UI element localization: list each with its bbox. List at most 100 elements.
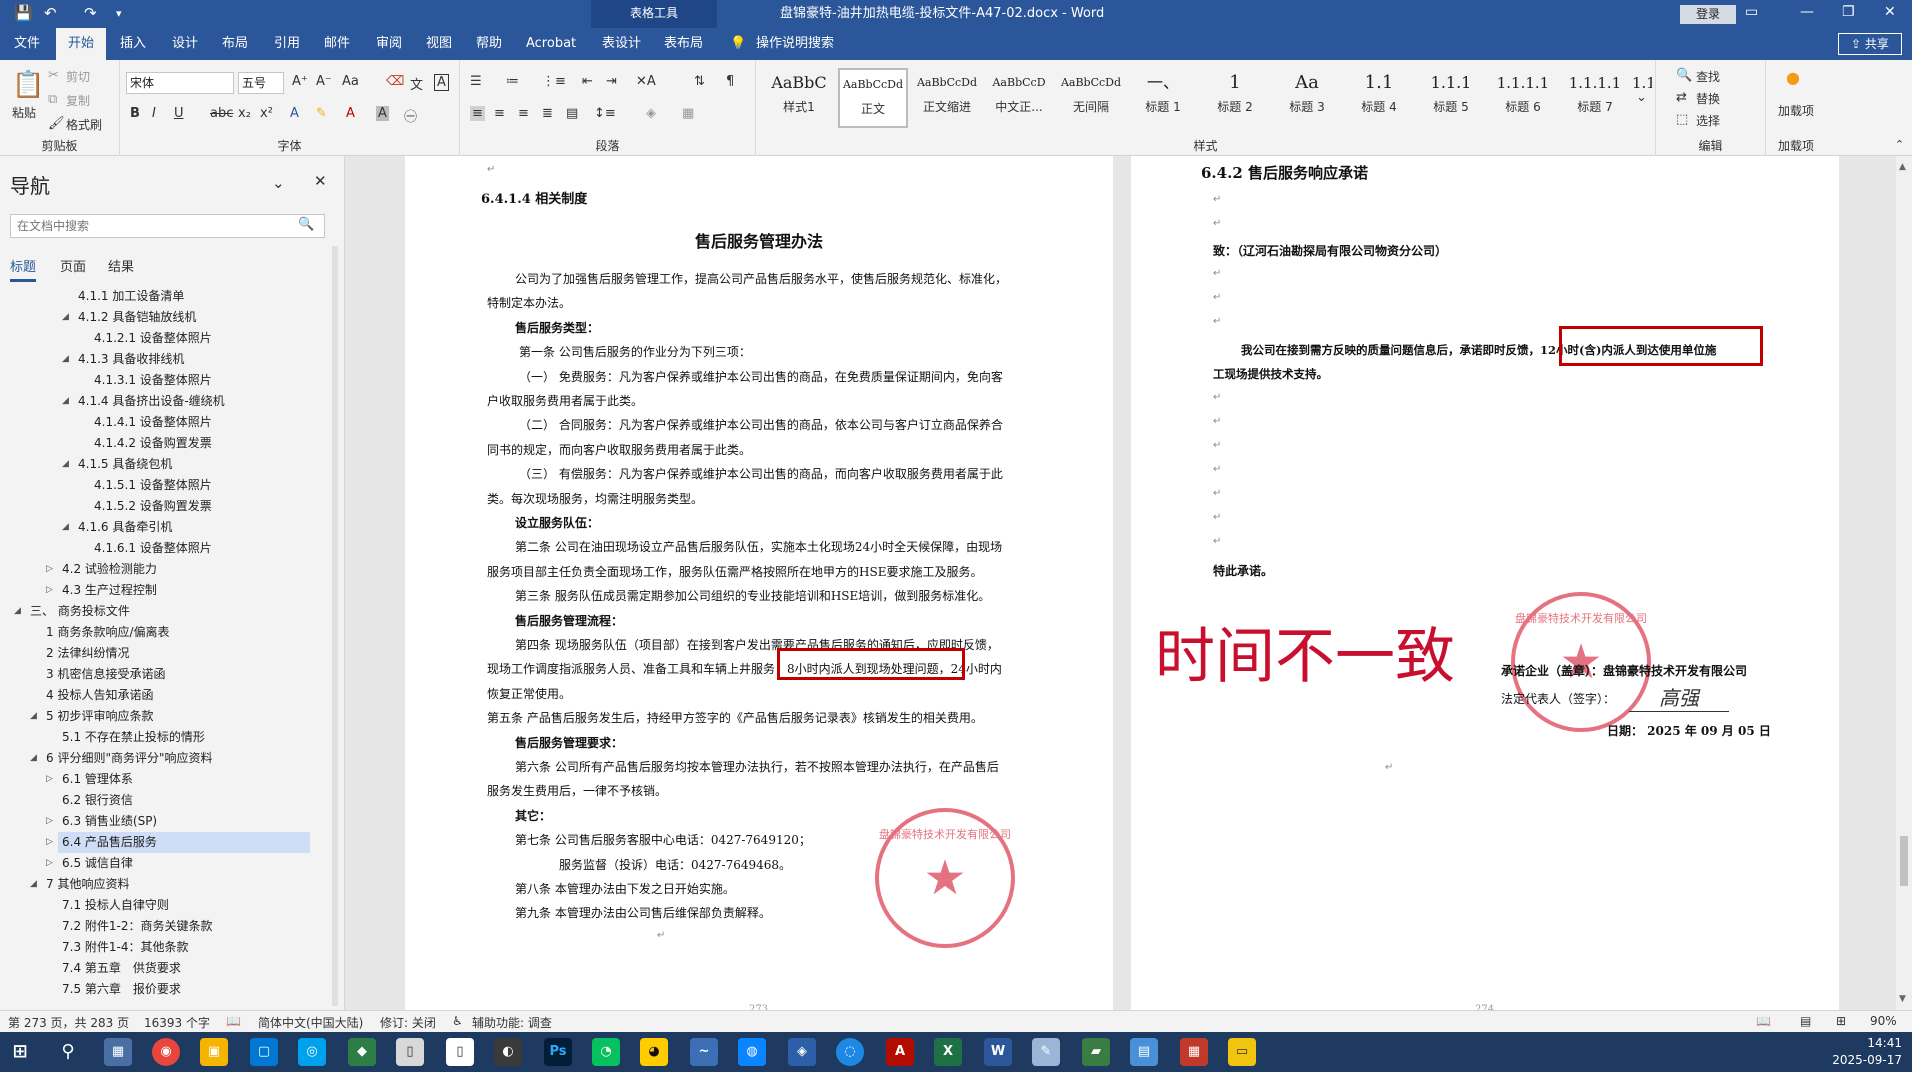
- nav-heading-item[interactable]: 三、 商务投标文件: [26, 601, 130, 622]
- nav-heading-item[interactable]: 4.1.4.2 设备购置发票: [90, 433, 212, 454]
- char-border-icon[interactable]: A: [434, 74, 449, 91]
- subscript-icon[interactable]: x₂: [238, 106, 251, 121]
- grow-font-icon[interactable]: A⁺: [292, 74, 308, 89]
- nav-heading-item[interactable]: 4.1.2.1 设备整体照片: [90, 328, 212, 349]
- zoom-level[interactable]: 90%: [1870, 1014, 1897, 1028]
- tab-review[interactable]: 审阅: [374, 28, 404, 60]
- font-size-combo[interactable]: 五号: [238, 72, 284, 94]
- nav-heading-item[interactable]: 5 初步评审响应条款: [42, 706, 153, 727]
- decrease-indent-icon[interactable]: ⇤: [582, 74, 593, 89]
- increase-indent-icon[interactable]: ⇥: [606, 74, 617, 89]
- justify-icon[interactable]: ≣: [542, 106, 553, 121]
- start-icon[interactable]: ⊞: [6, 1038, 34, 1066]
- line-spacing-icon[interactable]: ↕≡: [594, 106, 616, 121]
- nav-heading-item[interactable]: 2 法律纠纷情况: [42, 643, 129, 664]
- tab-table-design[interactable]: 表设计: [600, 28, 643, 60]
- app-green-icon[interactable]: ◆: [348, 1038, 376, 1066]
- replace-button[interactable]: 替换: [1696, 90, 1720, 107]
- expand-triangle-icon[interactable]: ◢: [62, 354, 69, 364]
- nav-heading-item[interactable]: 4.1.3.1 设备整体照片: [90, 370, 212, 391]
- style-heading-1[interactable]: 一、 标题 1: [1128, 68, 1198, 128]
- expand-triangle-icon[interactable]: ◢: [30, 711, 37, 721]
- bird-icon[interactable]: ~: [690, 1038, 718, 1066]
- nav-tab-results[interactable]: 结果: [108, 256, 134, 275]
- collapse-triangle-icon[interactable]: ▷: [46, 564, 53, 574]
- nav-heading-item[interactable]: 5.1 不存在禁止投标的情形: [58, 727, 205, 748]
- calculator-icon[interactable]: ▦: [104, 1038, 132, 1066]
- app-dark-green-icon[interactable]: ▰: [1082, 1038, 1110, 1066]
- chat-icon[interactable]: ◍: [738, 1038, 766, 1066]
- scroll-thumb[interactable]: [1900, 836, 1908, 886]
- clear-format-icon[interactable]: ⌫: [386, 74, 404, 89]
- expand-triangle-icon[interactable]: ◢: [30, 753, 37, 763]
- nav-scrollbar[interactable]: [332, 246, 338, 1006]
- tab-home[interactable]: 开始: [56, 28, 107, 60]
- text-effects-icon[interactable]: A: [290, 106, 299, 121]
- style-heading-5[interactable]: 1.1.1 标题 5: [1416, 68, 1486, 128]
- shrink-font-icon[interactable]: A⁻: [316, 74, 332, 89]
- nav-heading-item[interactable]: 4.1.4.1 设备整体照片: [90, 412, 212, 433]
- nav-heading-item[interactable]: 4.2 试验检测能力: [58, 559, 157, 580]
- share-button[interactable]: ⇪ 共享: [1838, 33, 1902, 55]
- style-chinese-body[interactable]: AaBbCcD 中文正...: [984, 68, 1054, 128]
- style-1[interactable]: AaBbC 样式1: [764, 68, 834, 128]
- nav-heading-item[interactable]: 4.1.5.2 设备购置发票: [90, 496, 212, 517]
- select-icon[interactable]: ⬚: [1676, 112, 1688, 127]
- change-case-icon[interactable]: Aa: [342, 74, 359, 89]
- bold-icon[interactable]: B: [130, 106, 140, 121]
- tell-me-search[interactable]: 操作说明搜索: [754, 28, 836, 60]
- terminal-icon[interactable]: ◐: [494, 1038, 522, 1066]
- nav-heading-item[interactable]: 6.5 诚信自律: [58, 853, 133, 874]
- explorer-icon[interactable]: ▭: [1228, 1038, 1256, 1066]
- status-track[interactable]: 修订: 关闭: [380, 1014, 436, 1031]
- pen-icon[interactable]: ✎: [1032, 1038, 1060, 1066]
- show-marks-icon[interactable]: ¶: [726, 74, 734, 89]
- style-normal-indent[interactable]: AaBbCcDd 正文缩进: [912, 68, 982, 128]
- vpn-icon[interactable]: ◈: [788, 1038, 816, 1066]
- nav-heading-item[interactable]: 6.4 产品售后服务: [58, 832, 310, 853]
- accessibility-icon[interactable]: ♿: [452, 1014, 463, 1028]
- style-heading-4[interactable]: 1.1 标题 4: [1344, 68, 1414, 128]
- sort-icon[interactable]: ⇅: [694, 74, 705, 89]
- nav-heading-item[interactable]: 4.1.6.1 设备整体照片: [90, 538, 212, 559]
- chinese-layout-icon[interactable]: ✕A: [636, 74, 656, 89]
- status-words[interactable]: 16393 个字: [144, 1014, 210, 1031]
- find-button[interactable]: 查找: [1696, 68, 1720, 85]
- tab-file[interactable]: 文件: [12, 28, 42, 60]
- tab-mailings[interactable]: 邮件: [322, 28, 352, 60]
- numbering-icon[interactable]: ≔: [506, 74, 519, 89]
- nav-heading-item[interactable]: 7.4 第五章 供货要求: [58, 958, 181, 979]
- style-no-spacing[interactable]: AaBbCcDd 无间隔: [1056, 68, 1126, 128]
- scroll-down-icon[interactable]: ▼: [1899, 994, 1906, 1004]
- wechat-icon[interactable]: ◔: [592, 1038, 620, 1066]
- font-color-icon[interactable]: A: [346, 106, 355, 121]
- tab-help[interactable]: 帮助: [474, 28, 504, 60]
- nav-heading-item[interactable]: 4.1.1 加工设备清单: [74, 286, 184, 307]
- web-layout-icon[interactable]: ⊞: [1836, 1014, 1846, 1028]
- photos-icon[interactable]: ▣: [200, 1038, 228, 1066]
- doc-scrollbar[interactable]: ▲ ▼: [1896, 156, 1912, 1010]
- nav-heading-item[interactable]: 7.2 附件1-2：商务关键条款: [58, 916, 213, 937]
- nav-heading-item[interactable]: 7.5 第六章 报价要求: [58, 979, 181, 1000]
- tab-view[interactable]: 视图: [424, 28, 454, 60]
- status-accessibility[interactable]: 辅助功能: 调查: [472, 1014, 552, 1031]
- char-shading-icon[interactable]: A: [376, 106, 389, 121]
- style-heading-6[interactable]: 1.1.1.1 标题 6: [1488, 68, 1558, 128]
- nav-heading-item[interactable]: 6.2 银行资信: [58, 790, 133, 811]
- edge-icon[interactable]: ◌: [836, 1038, 864, 1066]
- system-clock[interactable]: 14:41 2025-09-17: [1832, 1035, 1902, 1069]
- login-button[interactable]: 登录: [1680, 5, 1736, 24]
- expand-triangle-icon[interactable]: ◢: [62, 312, 69, 322]
- collapse-ribbon-icon[interactable]: ⌃: [1895, 138, 1904, 151]
- notepad-icon[interactable]: ▯: [446, 1038, 474, 1066]
- tab-table-layout[interactable]: 表布局: [662, 28, 705, 60]
- nav-heading-item[interactable]: 7 其他响应资料: [42, 874, 129, 895]
- tell-me-icon[interactable]: 💡: [728, 28, 748, 60]
- photoshop-icon[interactable]: Ps: [544, 1038, 572, 1066]
- nav-heading-item[interactable]: 6.1 管理体系: [58, 769, 133, 790]
- word-icon[interactable]: W: [984, 1038, 1012, 1066]
- restore-icon[interactable]: ❐: [1842, 4, 1855, 20]
- scroll-up-icon[interactable]: ▲: [1899, 162, 1906, 172]
- underline-icon[interactable]: U: [174, 106, 184, 121]
- style-normal[interactable]: AaBbCcDd 正文: [838, 68, 908, 128]
